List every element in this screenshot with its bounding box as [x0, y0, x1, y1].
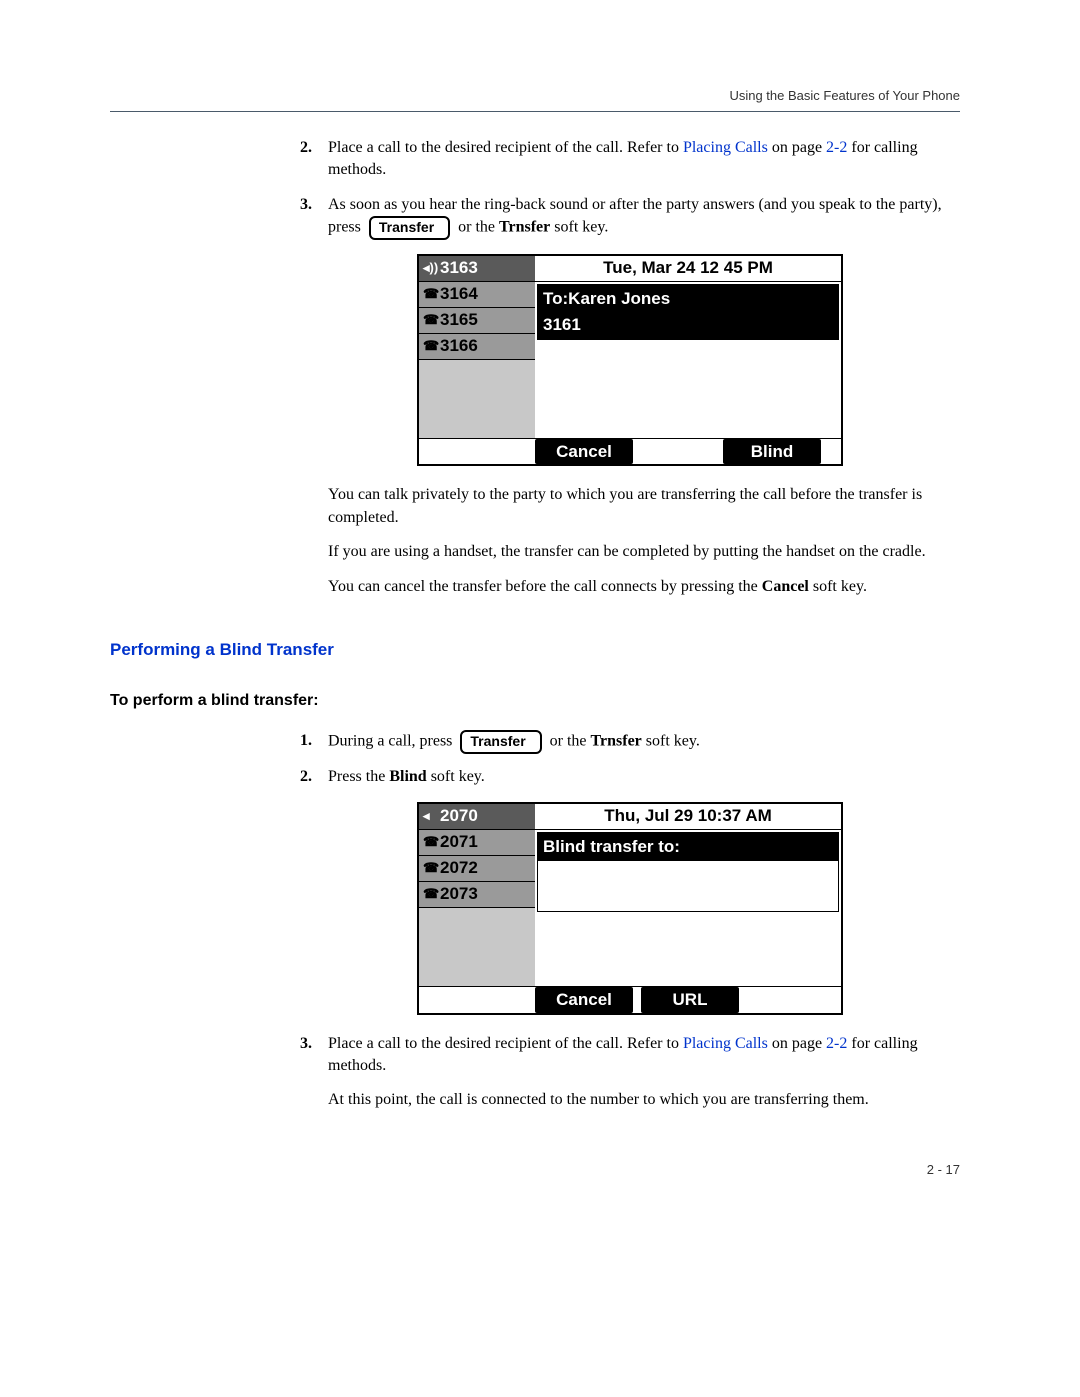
phone-screenshot-2: ◂2070 ☎2071 ☎2072 ☎2073 Thu, Jul 29 10:3… [300, 802, 960, 1015]
page-header: Using the Basic Features of Your Phone [300, 88, 960, 103]
line-key-active: ◂))3163 [419, 256, 535, 282]
step-number: 1. [300, 730, 312, 752]
cancel-softkey: Cancel [535, 987, 633, 1013]
phone-icon: ☎ [423, 833, 438, 851]
line-ext: 3166 [440, 334, 478, 358]
speaker-icon: ◂ [423, 807, 438, 825]
paragraph: If you are using a handset, the transfer… [328, 541, 960, 563]
step-number: 2. [300, 137, 312, 159]
transfer-key: Transfer [460, 730, 541, 753]
softkey-name: Cancel [762, 578, 809, 595]
transfer-key: Transfer [369, 216, 450, 239]
sidebar-filler [419, 360, 535, 438]
line-key: ☎3166 [419, 334, 535, 360]
sub-heading-perform-blind: To perform a blind transfer: [110, 690, 960, 712]
step-text: or the [458, 219, 499, 236]
line-key: ☎2071 [419, 830, 535, 856]
blind-softkey: Blind [723, 439, 821, 465]
line-key: ☎3165 [419, 308, 535, 334]
step-number: 3. [300, 1033, 312, 1055]
step-text: soft key. [427, 768, 485, 785]
page-number: 2 - 17 [300, 1162, 960, 1177]
step-text: Press the [328, 768, 389, 785]
page-2-2-link[interactable]: 2-2 [826, 139, 847, 156]
call-info-box: To:Karen Jones 3161 [537, 284, 839, 341]
softkey-name: Blind [389, 768, 426, 785]
step-text: soft key. [642, 732, 700, 749]
step-text: During a call, press [328, 732, 456, 749]
phone-icon: ☎ [423, 337, 438, 355]
cancel-softkey: Cancel [535, 439, 633, 465]
paragraph: You can talk privately to the party to w… [328, 484, 960, 529]
placing-calls-link[interactable]: Placing Calls [683, 1035, 768, 1052]
section-heading-blind-transfer: Performing a Blind Transfer [110, 638, 960, 662]
phone-icon: ☎ [423, 885, 438, 903]
paragraph-text: You can cancel the transfer before the c… [328, 578, 762, 595]
phone-screenshot-1: ◂))3163 ☎3164 ☎3165 ☎3166 Tue, Mar 24 12… [300, 254, 960, 467]
step-text: or the [550, 732, 591, 749]
call-info-box: Blind transfer to: [537, 832, 839, 912]
line-ext: 3165 [440, 308, 478, 332]
line-ext: 3163 [440, 256, 478, 280]
step-number: 3. [300, 194, 312, 216]
step-text: Place a call to the desired recipient of… [328, 1035, 683, 1052]
paragraph-text: soft key. [809, 578, 867, 595]
header-divider [110, 111, 960, 112]
step-3: 3. As soon as you hear the ring-back sou… [300, 194, 960, 240]
step-2: 2. Place a call to the desired recipient… [300, 137, 960, 182]
phone-icon: ☎ [423, 285, 438, 303]
line-ext: 3164 [440, 282, 478, 306]
blind-transfer-row: Blind transfer to: [538, 833, 838, 861]
step-text: on page [768, 1035, 826, 1052]
step-3: 3. Place a call to the desired recipient… [300, 1033, 960, 1112]
line-ext: 2071 [440, 830, 478, 854]
step-number: 2. [300, 766, 312, 788]
step-text: on page [768, 139, 826, 156]
screen-datetime: Thu, Jul 29 10:37 AM [535, 804, 841, 830]
softkey-name: Trnsfer [591, 732, 642, 749]
phone-icon: ☎ [423, 859, 438, 877]
step-text: Place a call to the desired recipient of… [328, 139, 683, 156]
paragraph: At this point, the call is connected to … [328, 1089, 960, 1111]
placing-calls-link[interactable]: Placing Calls [683, 139, 768, 156]
line-key: ☎2072 [419, 856, 535, 882]
softkey-name: Trnsfer [499, 219, 550, 236]
sidebar-filler [419, 908, 535, 986]
phone-icon: ☎ [423, 311, 438, 329]
call-to-row: To:Karen Jones [538, 285, 838, 313]
url-softkey: URL [641, 987, 739, 1013]
step-2: 2. Press the Blind soft key. [300, 766, 960, 788]
step-text: soft key. [550, 219, 608, 236]
screen-datetime: Tue, Mar 24 12 45 PM [535, 256, 841, 282]
step-1: 1. During a call, press Transfer or the … [300, 730, 960, 753]
line-key: ☎3164 [419, 282, 535, 308]
paragraph: You can cancel the transfer before the c… [328, 576, 960, 598]
page-2-2-link[interactable]: 2-2 [826, 1035, 847, 1052]
line-ext: 2072 [440, 856, 478, 880]
call-number-row: 3161 [538, 312, 838, 339]
speaker-icon: ◂)) [423, 259, 438, 277]
line-ext: 2073 [440, 882, 478, 906]
line-ext: 2070 [440, 804, 478, 828]
line-key-active: ◂2070 [419, 804, 535, 830]
line-key: ☎2073 [419, 882, 535, 908]
